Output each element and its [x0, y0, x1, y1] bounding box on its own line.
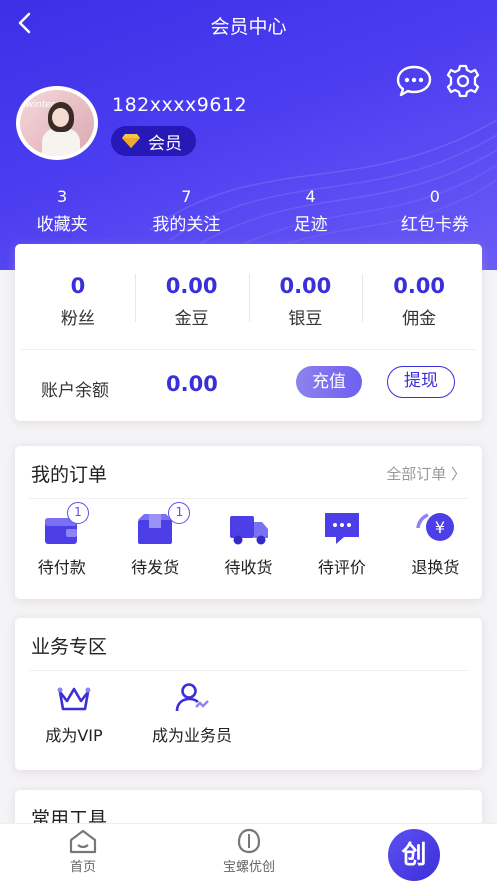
divider [29, 670, 468, 671]
member-badge-label: 会员 [148, 133, 182, 154]
order-count-badge: 1 [67, 502, 89, 524]
business-title: 业务专区 [31, 636, 108, 658]
refund-icon: ¥ [416, 513, 455, 541]
stat-label: 收藏夹 [36, 215, 88, 235]
wallet-value: 0 [70, 274, 86, 298]
wallet-label: 佣金 [402, 309, 437, 329]
wallet-fans[interactable]: 0 粉丝 [21, 244, 135, 349]
profile-header: 会员中心 winter 182xxxx9612 会员 3 收藏夹 7 我的关注 … [0, 0, 497, 270]
become-agent[interactable]: 成为业务员 [133, 682, 251, 746]
avatar[interactable]: winter [16, 86, 98, 160]
agent-icon [175, 683, 209, 712]
stat-favorites[interactable]: 3 收藏夹 [0, 186, 124, 235]
user-phone: 182xxxx9612 [112, 94, 248, 116]
message-icon[interactable] [395, 64, 433, 98]
order-label: 待收货 [224, 558, 273, 577]
wallet-label: 金豆 [174, 309, 209, 329]
top-bar: 会员中心 [0, 0, 497, 48]
truck-icon [229, 516, 268, 545]
withdraw-button[interactable]: 提现 [387, 366, 455, 398]
order-label: 退换货 [411, 558, 460, 577]
orders-title: 我的订单 [31, 464, 108, 486]
page-title: 会员中心 [210, 16, 287, 38]
tab-home[interactable]: 首页 [0, 824, 166, 883]
business-label: 成为业务员 [151, 726, 232, 745]
diamond-icon [122, 134, 140, 148]
my-orders-card: 我的订单 全部订单 〉 1 待付款 1 待发货 待收货 待评价 ¥ 退换货 [15, 446, 482, 599]
settings-gear-icon[interactable] [445, 63, 481, 99]
tab-brand[interactable]: 宝螺优创 [166, 824, 332, 883]
order-pending-review[interactable]: 待评价 [295, 508, 388, 578]
wallet-label: 银豆 [288, 309, 323, 329]
stat-value: 0 [429, 187, 440, 206]
tab-home-label: 首页 [69, 860, 96, 875]
member-badge: 会员 [111, 126, 196, 156]
balance-value: 0.00 [166, 372, 218, 396]
wallet-card: 0 粉丝 0.00 金豆 0.00 银豆 0.00 佣金 账户余额 0.00 充… [15, 244, 482, 421]
home-icon [69, 829, 97, 854]
create-button[interactable]: 创 [388, 829, 440, 881]
stats-row: 3 收藏夹 7 我的关注 4 足迹 0 红包卡券 [0, 186, 497, 235]
wallet-silver-beans[interactable]: 0.00 银豆 [248, 244, 363, 349]
balance-label: 账户余额 [41, 381, 109, 401]
avatar-caption: winter [26, 100, 55, 110]
order-count-badge: 1 [168, 502, 191, 524]
order-pending-payment[interactable]: 1 待付款 [15, 502, 108, 578]
order-pending-shipment[interactable]: 1 待发货 [108, 502, 201, 578]
stat-value: 3 [57, 187, 68, 206]
stat-value: 4 [305, 187, 316, 206]
wallet-label: 粉丝 [60, 309, 95, 329]
stat-following[interactable]: 7 我的关注 [124, 186, 248, 235]
order-returns[interactable]: ¥ 退换货 [389, 508, 482, 578]
wallet-value: 0.00 [165, 274, 218, 298]
stat-value: 7 [181, 187, 192, 206]
order-label: 待发货 [131, 558, 180, 577]
comment-icon [324, 513, 359, 544]
order-label: 待评价 [317, 558, 366, 577]
recharge-button[interactable]: 充值 [296, 366, 362, 398]
order-label: 待付款 [37, 558, 86, 577]
tab-brand-label: 宝螺优创 [222, 860, 275, 875]
business-zone-card: 业务专区 成为VIP 成为业务员 [15, 618, 482, 770]
wallet-value: 0.00 [279, 274, 332, 298]
svg-text:¥: ¥ [435, 518, 445, 537]
stat-label: 足迹 [293, 215, 328, 235]
all-orders-link[interactable]: 全部订单 〉 [386, 463, 466, 484]
wallet-gold-beans[interactable]: 0.00 金豆 [134, 244, 249, 349]
stat-label: 红包卡券 [400, 215, 469, 235]
wallet-value: 0.00 [393, 274, 446, 298]
divider [29, 498, 468, 499]
crown-icon [57, 687, 91, 711]
stat-label: 我的关注 [152, 215, 221, 235]
account-balance-row: 账户余额 0.00 充值 提现 [15, 350, 482, 420]
wallet-commission[interactable]: 0.00 佣金 [362, 244, 476, 349]
become-vip[interactable]: 成为VIP [15, 682, 133, 746]
stat-footprints[interactable]: 4 足迹 [249, 186, 373, 235]
shell-icon [237, 828, 261, 854]
business-label: 成为VIP [45, 726, 103, 745]
stat-coupons[interactable]: 0 红包卡券 [373, 186, 497, 235]
order-pending-receipt[interactable]: 待收货 [202, 508, 295, 578]
